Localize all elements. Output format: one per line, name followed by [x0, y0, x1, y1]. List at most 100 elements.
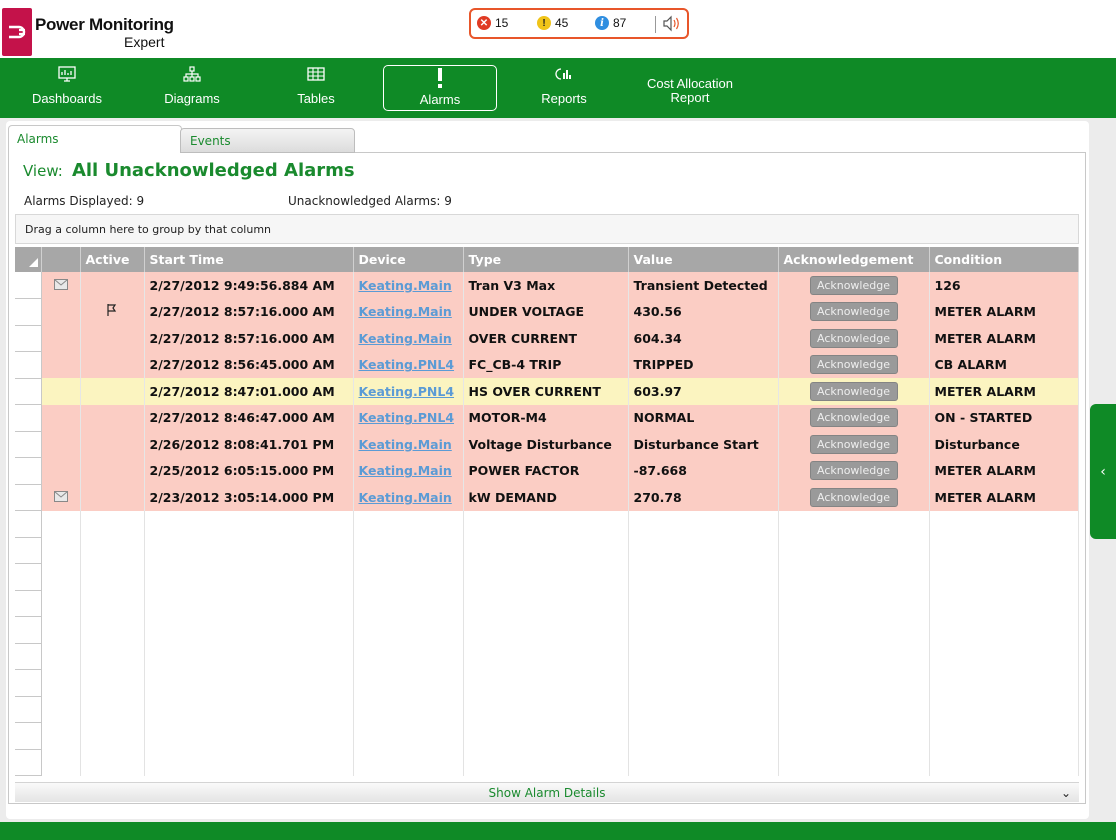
empty-cell	[41, 643, 81, 670]
nav-tables[interactable]: Tables	[276, 58, 356, 118]
acknowledge-button[interactable]: Acknowledge	[809, 381, 898, 401]
table-row[interactable]: 2/27/2012 8:56:45.000 AM Keating.PNL4 FC…	[15, 351, 1079, 379]
cell-start-time: 2/27/2012 8:56:45.000 AM	[144, 351, 354, 378]
empty-cell	[929, 563, 1079, 590]
nav-reports[interactable]: Reports	[524, 58, 604, 118]
cell-value: 603.97	[628, 378, 779, 405]
alarm-counter-bar[interactable]: ✕ 15 ! 45 i 87	[469, 8, 689, 39]
cell-device: Keating.Main	[353, 484, 464, 511]
empty-table-row	[15, 722, 1079, 750]
device-link[interactable]: Keating.PNL4	[359, 410, 455, 425]
cell-active	[80, 298, 145, 325]
table-row[interactable]: 2/27/2012 8:57:16.000 AM Keating.Main UN…	[15, 298, 1079, 326]
cell-acknowledgement: Acknowledge	[778, 298, 930, 325]
info-count-value: 87	[613, 16, 627, 30]
footer-bar	[0, 822, 1116, 840]
nav-cost-allocation-report[interactable]: Cost Allocation Report	[632, 58, 748, 118]
empty-cell	[929, 616, 1079, 643]
envelope-icon[interactable]	[53, 278, 68, 293]
device-link[interactable]: Keating.PNL4	[359, 357, 455, 372]
column-header-type[interactable]: Type	[463, 247, 629, 272]
acknowledge-button[interactable]: Acknowledge	[809, 487, 898, 507]
row-selector[interactable]	[15, 457, 42, 485]
empty-cell	[41, 669, 81, 696]
empty-cell	[463, 722, 629, 749]
envelope-icon[interactable]	[53, 490, 68, 505]
acknowledge-button[interactable]: Acknowledge	[809, 434, 898, 454]
nav-cost-allocation-label: Cost Allocation Report	[632, 77, 748, 105]
device-link[interactable]: Keating.Main	[359, 304, 452, 319]
empty-table-row	[15, 616, 1079, 644]
side-panel-toggle[interactable]: ‹	[1090, 404, 1116, 539]
device-link[interactable]: Keating.Main	[359, 463, 452, 478]
show-alarm-details-bar[interactable]: Show Alarm Details ⌄	[15, 782, 1079, 802]
empty-table-row	[15, 696, 1079, 723]
acknowledge-button[interactable]: Acknowledge	[809, 328, 898, 348]
device-link[interactable]: Keating.Main	[359, 490, 452, 505]
tab-events[interactable]: Events	[180, 128, 355, 153]
nav-dashboards[interactable]: Dashboards	[24, 58, 110, 118]
column-header-start-time[interactable]: Start Time	[144, 247, 354, 272]
nav-cost-allocation-line2: Report	[670, 90, 710, 105]
nav-alarms[interactable]: Alarms	[383, 65, 497, 111]
empty-cell	[144, 696, 354, 723]
warning-count[interactable]: ! 45	[537, 16, 568, 30]
row-selector[interactable]	[15, 431, 42, 458]
table-row[interactable]: 2/27/2012 8:46:47.000 AM Keating.PNL4 MO…	[15, 404, 1079, 432]
dashboard-icon	[58, 66, 76, 85]
acknowledge-button[interactable]: Acknowledge	[809, 461, 898, 481]
empty-cell	[41, 749, 81, 776]
table-row[interactable]: 2/26/2012 8:08:41.701 PM Keating.Main Vo…	[15, 431, 1079, 458]
column-header-device[interactable]: Device	[353, 247, 464, 272]
cell-condition: CB ALARM	[929, 351, 1079, 378]
device-link[interactable]: Keating.Main	[359, 331, 452, 346]
empty-cell	[778, 537, 930, 564]
acknowledge-button[interactable]: Acknowledge	[809, 275, 898, 295]
tab-alarms[interactable]: Alarms	[8, 125, 182, 153]
row-selector[interactable]	[15, 272, 42, 299]
cell-icon	[41, 325, 81, 352]
show-alarm-details-label: Show Alarm Details	[488, 786, 606, 800]
view-name[interactable]: All Unacknowledged Alarms	[72, 160, 355, 181]
empty-cell	[353, 696, 464, 723]
table-row[interactable]: 2/27/2012 8:47:01.000 AM Keating.PNL4 HS…	[15, 378, 1079, 405]
empty-cell	[353, 643, 464, 670]
view-title: View: All Unacknowledged Alarms	[23, 160, 355, 181]
device-link[interactable]: Keating.PNL4	[359, 384, 455, 399]
row-selector[interactable]	[15, 351, 42, 379]
cell-acknowledgement: Acknowledge	[778, 272, 930, 299]
device-link[interactable]: Keating.Main	[359, 278, 452, 293]
row-selector[interactable]	[15, 325, 42, 352]
acknowledge-button[interactable]: Acknowledge	[809, 408, 898, 428]
column-header-value[interactable]: Value	[628, 247, 779, 272]
warning-count-value: 45	[555, 16, 569, 30]
table-row[interactable]: 2/23/2012 3:05:14.000 PM Keating.Main kW…	[15, 484, 1079, 511]
chevron-down-icon[interactable]: ⌄	[1061, 783, 1071, 803]
nav-diagrams[interactable]: Diagrams	[150, 58, 234, 118]
cell-acknowledgement: Acknowledge	[778, 431, 930, 458]
group-by-drop-zone[interactable]: Drag a column here to group by that colu…	[15, 214, 1079, 244]
info-count[interactable]: i 87	[595, 16, 626, 30]
table-row[interactable]: 2/27/2012 8:57:16.000 AM Keating.Main OV…	[15, 325, 1079, 352]
table-row[interactable]: 2/25/2012 6:05:15.000 PM Keating.Main PO…	[15, 457, 1079, 485]
row-selector[interactable]	[15, 378, 42, 405]
row-selector[interactable]	[15, 298, 42, 326]
empty-cell	[463, 643, 629, 670]
empty-cell	[463, 616, 629, 643]
select-all-corner[interactable]	[15, 247, 42, 272]
acknowledge-button[interactable]: Acknowledge	[809, 302, 898, 322]
speaker-icon[interactable]	[662, 15, 682, 36]
column-header-condition[interactable]: Condition	[929, 247, 1079, 272]
acknowledge-button[interactable]: Acknowledge	[809, 355, 898, 375]
cell-value: 430.56	[628, 298, 779, 325]
empty-cell	[778, 510, 930, 537]
device-link[interactable]: Keating.Main	[359, 437, 452, 452]
column-header-active[interactable]: Active	[80, 247, 145, 272]
critical-count[interactable]: ✕ 15	[477, 16, 508, 30]
row-selector[interactable]	[15, 404, 42, 432]
row-selector[interactable]	[15, 484, 42, 511]
column-header-acknowledgement[interactable]: Acknowledgement	[778, 247, 930, 272]
flag-icon[interactable]	[106, 304, 118, 320]
column-header-icon[interactable]	[41, 247, 81, 272]
table-row[interactable]: 2/27/2012 9:49:56.884 AM Keating.Main Tr…	[15, 272, 1079, 299]
